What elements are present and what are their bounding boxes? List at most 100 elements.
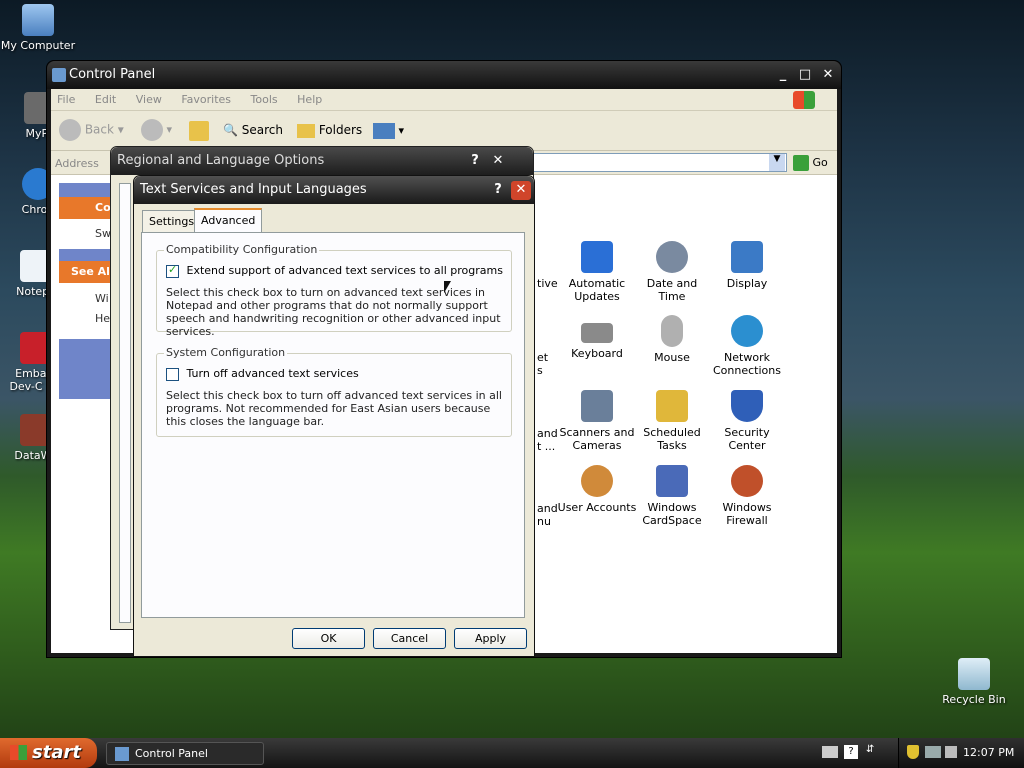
partial-label: s xyxy=(537,364,543,377)
network-connections-item[interactable]: Network Connections xyxy=(707,315,787,377)
menu-favorites[interactable]: Favorites xyxy=(181,93,231,106)
text-services-dialog: Text Services and Input Languages ? ✕ Se… xyxy=(133,175,535,657)
partial-label: et xyxy=(537,351,549,364)
maximize-button[interactable]: □ xyxy=(795,66,815,85)
shield-icon xyxy=(731,390,763,422)
checkbox-label[interactable]: Extend support of advanced text services… xyxy=(187,264,503,277)
windows-cardspace-item[interactable]: Windows CardSpace xyxy=(632,465,712,527)
forward-arrow-icon xyxy=(141,119,163,141)
close-button[interactable]: ✕ xyxy=(818,66,838,85)
scanners-cameras-item[interactable]: Scanners and Cameras xyxy=(557,390,637,452)
menu-help[interactable]: Help xyxy=(297,93,322,106)
cancel-button[interactable]: Cancel xyxy=(373,628,446,649)
compatibility-group: Compatibility Configuration Extend suppo… xyxy=(156,243,512,338)
regional-tab-panel xyxy=(119,183,131,623)
control-panel-titlebar[interactable]: Control Panel _ □ ✕ xyxy=(47,61,841,89)
users-icon xyxy=(581,465,613,497)
regional-dialog-titlebar[interactable]: Regional and Language Options ? ✕ xyxy=(111,147,533,175)
back-button[interactable]: Back ▾ xyxy=(59,119,124,141)
extend-support-checkbox[interactable] xyxy=(166,263,179,278)
security-shield-tray-icon[interactable] xyxy=(907,745,919,759)
address-label: Address xyxy=(55,157,99,170)
windows-flag-icon xyxy=(10,745,27,760)
clock[interactable]: 12:07 PM xyxy=(963,746,1014,759)
partial-label: and xyxy=(537,427,558,440)
forward-button[interactable]: ▾ xyxy=(141,119,172,141)
apply-button[interactable]: Apply xyxy=(454,628,527,649)
control-panel-icon xyxy=(115,747,129,761)
partial-label: tive xyxy=(537,277,558,290)
search-icon: 🔍 xyxy=(223,123,238,137)
firewall-icon xyxy=(731,465,763,497)
desktop-icon-recycle-bin[interactable]: Recycle Bin xyxy=(934,658,1014,706)
compat-description: Select this check box to turn on advance… xyxy=(166,286,501,338)
scheduled-tasks-icon xyxy=(656,390,688,422)
volume-tray-icon[interactable] xyxy=(945,746,957,758)
network-tray-icon[interactable] xyxy=(925,746,941,758)
dialog-title: Text Services and Input Languages xyxy=(140,182,367,197)
views-button[interactable]: ▾ xyxy=(373,123,404,139)
partial-label: nu xyxy=(537,515,551,528)
up-folder-icon[interactable] xyxy=(189,121,209,141)
language-tray-icon[interactable]: ⇵ xyxy=(866,744,880,758)
automatic-updates-icon xyxy=(581,241,613,273)
clock-icon xyxy=(656,241,688,273)
text-services-titlebar[interactable]: Text Services and Input Languages ? ✕ xyxy=(134,176,534,204)
system-group: System Configuration Turn off advanced t… xyxy=(156,346,512,437)
views-icon xyxy=(373,123,395,139)
toolbar: Back ▾ ▾ 🔍 Search Folders ▾ xyxy=(51,111,837,151)
security-center-item[interactable]: Security Center xyxy=(707,390,787,452)
control-panel-icon xyxy=(52,68,66,82)
tab-advanced[interactable]: Advanced xyxy=(194,208,263,233)
checkbox-label[interactable]: Turn off advanced text services xyxy=(187,367,359,380)
system-description: Select this check box to turn off advanc… xyxy=(166,389,502,428)
help-button[interactable]: ? xyxy=(488,181,508,200)
turn-off-services-checkbox[interactable] xyxy=(166,367,179,381)
back-arrow-icon xyxy=(59,119,81,141)
menu-tools[interactable]: Tools xyxy=(251,93,278,106)
user-accounts-item[interactable]: User Accounts xyxy=(557,465,637,514)
group-title: Compatibility Configuration xyxy=(164,243,320,256)
group-title: System Configuration xyxy=(164,346,288,359)
keyboard-icon xyxy=(581,323,613,343)
display-item[interactable]: Display xyxy=(707,241,787,290)
folders-button[interactable]: Folders xyxy=(297,123,362,138)
advanced-tab-panel: Compatibility Configuration Extend suppo… xyxy=(141,232,525,618)
mouse-cursor-icon xyxy=(444,281,451,293)
go-arrow-icon xyxy=(793,155,809,171)
dialog-title: Regional and Language Options xyxy=(117,153,325,168)
tab-settings[interactable]: Settings xyxy=(142,210,202,232)
scheduled-tasks-item[interactable]: Scheduled Tasks xyxy=(632,390,712,452)
partial-label: t ... xyxy=(537,440,556,453)
mouse-item[interactable]: Mouse xyxy=(632,315,712,364)
date-time-item[interactable]: Date and Time xyxy=(632,241,712,303)
close-button[interactable]: ✕ xyxy=(488,152,508,171)
cardspace-icon xyxy=(656,465,688,497)
automatic-updates-item[interactable]: Automatic Updates xyxy=(557,241,637,303)
go-button[interactable]: Go xyxy=(793,155,828,171)
ok-button[interactable]: OK xyxy=(292,628,365,649)
keyboard-tray-icon[interactable] xyxy=(822,746,838,758)
windows-firewall-item[interactable]: Windows Firewall xyxy=(707,465,787,527)
menu-bar: File Edit View Favorites Tools Help xyxy=(51,89,837,111)
start-button[interactable]: start xyxy=(0,738,97,768)
window-title: Control Panel xyxy=(69,67,156,82)
close-button[interactable]: ✕ xyxy=(511,181,531,200)
search-button[interactable]: 🔍 Search xyxy=(223,123,283,137)
keyboard-item[interactable]: Keyboard xyxy=(557,315,637,360)
recycle-bin-icon xyxy=(958,658,990,690)
system-tray: 12:07 PM xyxy=(898,738,1024,768)
taskbar-item-control-panel[interactable]: Control Panel xyxy=(106,742,264,765)
computer-icon xyxy=(22,4,54,36)
address-input[interactable] xyxy=(501,153,787,172)
address-dropdown-button[interactable]: ▼ xyxy=(769,154,785,171)
folders-icon xyxy=(297,123,315,138)
menu-view[interactable]: View xyxy=(136,93,162,106)
menu-file[interactable]: File xyxy=(57,93,75,106)
display-icon xyxy=(731,241,763,273)
help-button[interactable]: ? xyxy=(465,152,485,171)
minimize-button[interactable]: _ xyxy=(773,66,793,85)
menu-edit[interactable]: Edit xyxy=(95,93,116,106)
help-tray-icon[interactable]: ? xyxy=(844,745,858,759)
desktop-icon-my-computer[interactable]: My Computer xyxy=(0,4,78,52)
